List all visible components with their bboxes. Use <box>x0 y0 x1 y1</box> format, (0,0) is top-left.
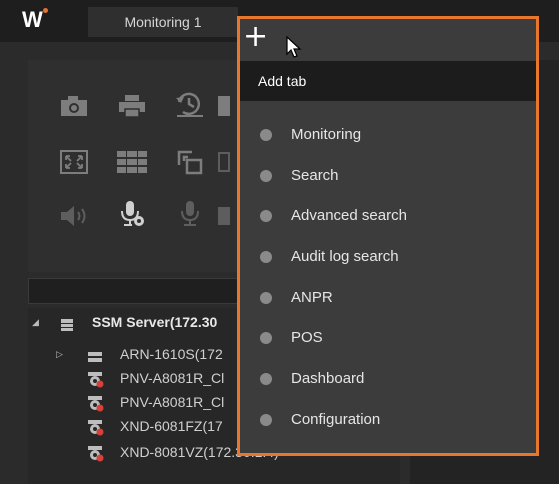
add-tab-button[interactable]: + <box>243 22 283 53</box>
menu-item-pos[interactable]: POS <box>240 318 536 359</box>
menu-title: Add tab <box>240 61 536 101</box>
printer-icon[interactable] <box>110 88 154 124</box>
tab-label: Monitoring 1 <box>124 14 202 30</box>
mic-settings-icon[interactable] <box>110 196 154 232</box>
menu-item-audit-log-search[interactable]: Audit log search <box>240 237 536 278</box>
bullet-icon <box>260 210 272 223</box>
server-icon <box>60 315 74 331</box>
speaker-icon[interactable] <box>52 198 96 234</box>
menu-item-search[interactable]: Search <box>240 156 536 197</box>
menu-item-configuration[interactable]: Configuration <box>240 400 536 441</box>
grid-icon[interactable] <box>110 144 154 180</box>
camera-device-icon <box>88 371 104 388</box>
menu-item-dashboard[interactable]: Dashboard <box>240 359 536 400</box>
logo-dot <box>43 8 48 13</box>
recorder-icon <box>88 347 102 362</box>
layout-icon[interactable] <box>214 198 234 234</box>
bullet-icon <box>260 373 272 386</box>
expand-arrow-icon[interactable]: ▷ <box>56 342 66 366</box>
bullet-icon <box>260 169 272 182</box>
layout-icon[interactable] <box>214 88 234 124</box>
bullet-icon <box>260 291 272 304</box>
add-tab-menu: Add tab Monitoring Search Advanced searc… <box>237 16 539 456</box>
tab-monitoring-1[interactable]: Monitoring 1 <box>88 7 238 37</box>
cursor-icon <box>286 35 302 60</box>
bullet-icon <box>260 413 272 426</box>
camera-icon[interactable] <box>52 88 96 124</box>
collapse-arrow-icon[interactable]: ◢ <box>32 310 42 334</box>
menu-item-anpr[interactable]: ANPR <box>240 278 536 319</box>
menu-item-advanced-search[interactable]: Advanced search <box>240 196 536 237</box>
refresh-clock-icon[interactable] <box>168 86 212 122</box>
app-logo: W <box>22 8 52 32</box>
layout-icon[interactable] <box>214 144 234 180</box>
menu-item-monitoring[interactable]: Monitoring <box>240 115 536 156</box>
bullet-icon <box>260 251 272 264</box>
mic-icon[interactable] <box>168 196 212 232</box>
menu-list: Monitoring Search Advanced search Audit … <box>240 115 536 441</box>
bullet-icon <box>260 129 272 141</box>
camera-device-icon <box>88 419 104 436</box>
copy-window-icon[interactable] <box>168 144 212 180</box>
camera-device-icon <box>88 445 104 462</box>
fullscreen-icon[interactable] <box>52 144 96 180</box>
camera-device-icon <box>88 395 104 412</box>
bullet-icon <box>260 332 272 345</box>
